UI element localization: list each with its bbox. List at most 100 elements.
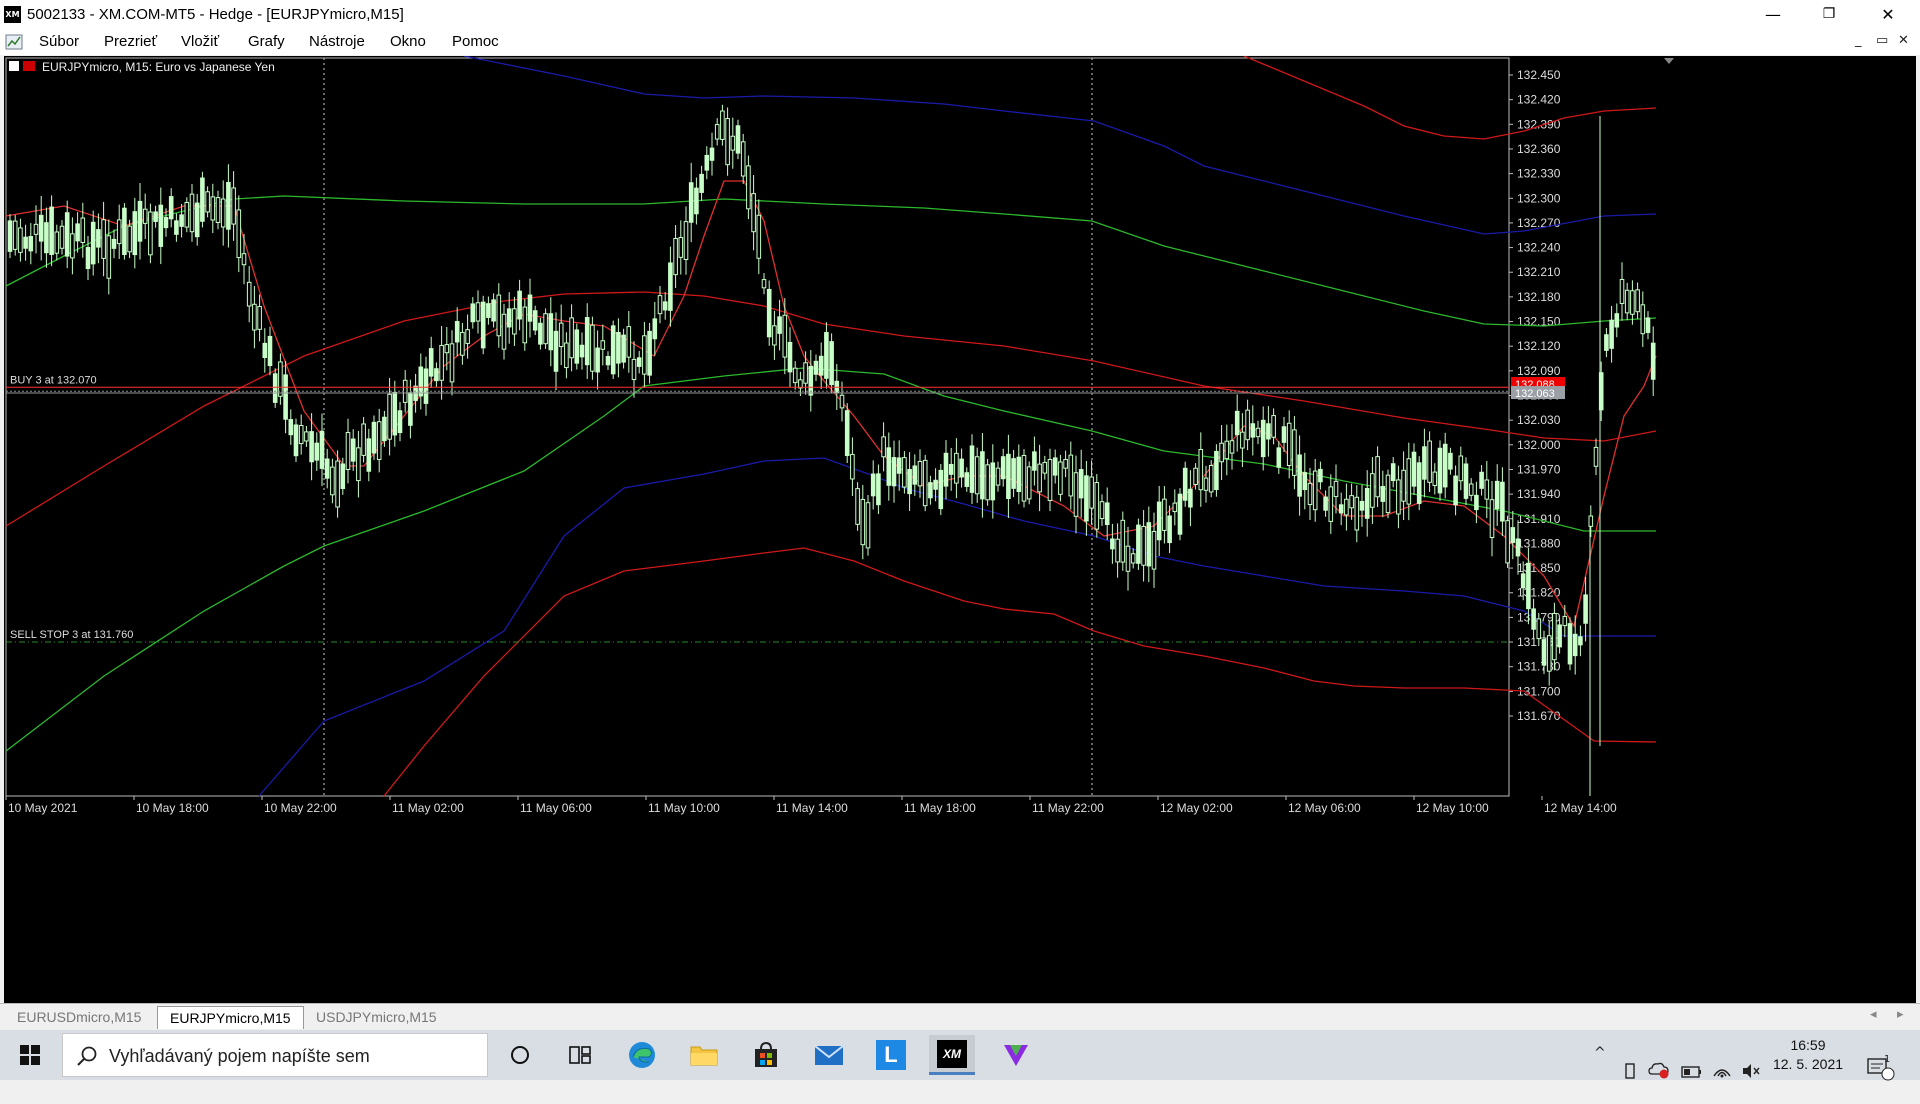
taskbar-clock[interactable]: 16:59 12. 5. 2021 — [1758, 1036, 1858, 1074]
file-explorer-icon[interactable] — [681, 1035, 727, 1075]
candle-body — [1364, 487, 1370, 519]
candle-body — [720, 110, 725, 140]
candle-body — [1250, 423, 1256, 438]
candle-body — [64, 212, 70, 257]
candle-body — [761, 279, 767, 289]
menu-help[interactable]: Pomoc — [452, 33, 499, 50]
sell-stop-order-label: SELL STOP 3 at 131.760 — [10, 629, 133, 641]
menu-tools[interactable]: Nástroje — [309, 33, 365, 50]
candle-body — [1422, 446, 1427, 480]
time-label: 11 May 18:00 — [904, 801, 976, 815]
candle-body — [1349, 495, 1354, 509]
search-icon — [77, 1046, 97, 1066]
chart-window[interactable]: 132.450 132.420 132.390 132.360 132.330 132.3… — [4, 56, 1916, 1003]
candle-body — [1125, 545, 1131, 572]
candle-body — [1255, 427, 1261, 438]
candle-body — [860, 498, 866, 546]
candle-body — [964, 472, 970, 487]
price-chart[interactable]: 132.450 132.420 132.390 132.360 132.330 132.3… — [4, 56, 1916, 1003]
restore-button[interactable]: ❐ — [1801, 0, 1857, 29]
candle-body — [444, 344, 450, 354]
price-label: 132.390 — [1517, 117, 1561, 131]
menu-insert[interactable]: Vložiť — [181, 33, 219, 50]
candle-body — [1650, 342, 1656, 380]
candle-body — [335, 460, 340, 508]
candle-body — [496, 294, 502, 337]
candle-body — [1203, 477, 1209, 491]
device-icon[interactable] — [1621, 1046, 1639, 1096]
chart-symbol-flag-icon — [23, 61, 35, 71]
candle-body — [210, 196, 216, 221]
notification-icon[interactable] — [1866, 1044, 1896, 1094]
candle-body — [1146, 522, 1152, 567]
candle-body — [179, 214, 184, 227]
candle-body — [96, 229, 101, 248]
candle-body — [1286, 422, 1292, 467]
menu-view[interactable]: Prezrieť — [104, 33, 157, 50]
candle-body — [631, 358, 637, 381]
candle-body — [1624, 289, 1630, 314]
tab-scroll-right-icon[interactable]: ▸ — [1897, 1007, 1904, 1022]
mdi-minimize-button[interactable]: _ — [1855, 33, 1862, 48]
menu-window[interactable]: Okno — [390, 33, 426, 50]
mdi-restore-button[interactable]: ▭ — [1876, 33, 1888, 48]
tab-scroll-left-icon[interactable]: ◂ — [1870, 1007, 1877, 1022]
close-button[interactable]: ✕ — [1860, 0, 1916, 29]
candle-body — [1479, 471, 1484, 489]
task-view-icon[interactable] — [557, 1035, 603, 1075]
candle-body — [1520, 573, 1526, 589]
candle-body — [231, 187, 236, 225]
candle-body — [564, 342, 569, 369]
candle-body — [1307, 482, 1313, 506]
candle-body — [38, 214, 44, 242]
store-icon[interactable] — [743, 1035, 789, 1075]
candle-body — [527, 294, 533, 322]
tab-usdjpy[interactable]: USDJPYmicro,M15 — [304, 1006, 449, 1028]
candle-body — [23, 236, 28, 249]
candle-body — [309, 431, 314, 463]
candle-body — [1292, 429, 1297, 476]
candle-body — [1593, 446, 1599, 467]
window-title: 5002133 - XM.COM-MT5 - Hedge - [EURJPYmi… — [27, 6, 404, 23]
l-app-icon[interactable]: L — [868, 1035, 914, 1075]
candle-body — [350, 438, 356, 462]
candle-body — [1193, 467, 1198, 485]
candle-body — [990, 462, 996, 501]
menu-file[interactable]: Súbor — [39, 33, 79, 50]
candle-body — [1489, 499, 1495, 539]
tab-eurusd[interactable]: EURUSDmicro,M15 — [5, 1006, 153, 1028]
chart-document-icon[interactable] — [5, 33, 23, 51]
xm-app-label: XM — [937, 1039, 967, 1068]
candle-body — [12, 220, 18, 250]
candle-body — [1271, 415, 1276, 438]
xm-app-icon[interactable]: XM — [929, 1035, 975, 1075]
candle-body — [1016, 456, 1022, 492]
taskbar-search-input[interactable]: Vyhľadávaný pojem napíšte sem — [62, 1033, 488, 1077]
menu-charts[interactable]: Grafy — [248, 33, 285, 50]
mail-icon[interactable] — [806, 1035, 852, 1075]
candle-body — [714, 124, 720, 140]
cloud-alert-icon[interactable] — [1648, 1045, 1670, 1095]
v-app-icon[interactable] — [993, 1035, 1039, 1075]
edge-icon[interactable] — [619, 1035, 665, 1075]
tab-eurjpy[interactable]: EURJPYmicro,M15 — [157, 1006, 304, 1029]
candle-body — [740, 141, 746, 177]
candle-body — [475, 302, 481, 322]
minimize-button[interactable]: — — [1745, 0, 1801, 29]
cortana-icon[interactable] — [497, 1035, 543, 1075]
wifi-icon[interactable] — [1712, 1045, 1732, 1095]
bid-price-tag-label: 132.063 — [1515, 388, 1555, 400]
candle-body — [1120, 519, 1126, 563]
candle-body — [1552, 612, 1557, 661]
candle-body — [678, 237, 684, 258]
candle-body — [470, 303, 476, 323]
candle-body — [1208, 464, 1214, 493]
candle-body — [153, 211, 158, 222]
mdi-close-button[interactable]: ✕ — [1898, 33, 1909, 48]
candle-body — [137, 200, 143, 242]
candle-body — [460, 331, 465, 356]
tray-overflow-icon[interactable]: ^ — [1594, 1045, 1606, 1095]
windows-start-icon[interactable] — [10, 1040, 50, 1070]
candle-body — [735, 125, 741, 154]
battery-icon[interactable] — [1681, 1047, 1703, 1097]
